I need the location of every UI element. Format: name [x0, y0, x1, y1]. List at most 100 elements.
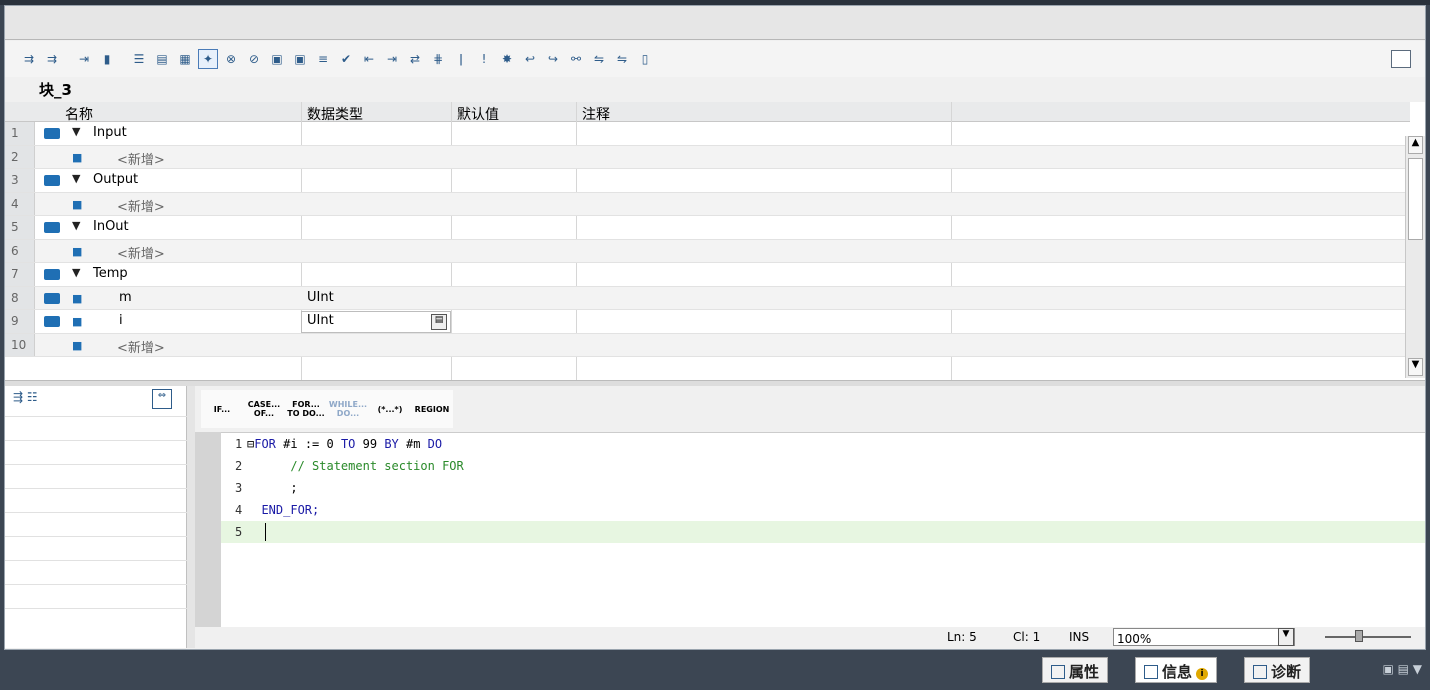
table-row[interactable]: 8 ■ m UInt — [5, 286, 1410, 310]
properties-icon — [1051, 665, 1065, 679]
cell-name[interactable]: <新增> — [117, 337, 165, 356]
code-line[interactable]: 4 END_FOR; — [221, 499, 1425, 521]
step-over-icon[interactable]: ↪ — [543, 49, 563, 69]
expand-icon[interactable]: ▼ — [72, 125, 80, 138]
code-line[interactable]: 1 ⊟FOR #i := 0 TO 99 BY #m DO — [221, 433, 1425, 455]
goto-icon[interactable]: ⇥ — [74, 49, 94, 69]
snippet-while[interactable]: WHILE... DO... — [327, 390, 369, 428]
cell-datatype[interactable]: UInt — [307, 290, 334, 305]
tab-properties[interactable]: 属性 — [1042, 657, 1109, 683]
tab-diagnostics[interactable]: 诊断 — [1244, 657, 1311, 683]
table-row[interactable]: 1 ▼ Input — [5, 122, 1410, 146]
snippet-for[interactable]: FOR... TO DO... — [285, 390, 327, 428]
bookmark-icon[interactable]: ▣ — [267, 49, 287, 69]
expand-icon[interactable]: ▼ — [72, 219, 80, 232]
breakpoint-icon[interactable]: ⊗ — [221, 49, 241, 69]
snippet-region[interactable]: REGION — [411, 390, 453, 428]
cell-name[interactable]: InOut — [93, 219, 129, 234]
cell-name[interactable]: <新增> — [117, 243, 165, 262]
cell-name[interactable]: Output — [93, 172, 138, 187]
bullet-icon: ■ — [72, 197, 83, 211]
chevron-down-icon[interactable]: ▼ — [1278, 628, 1294, 646]
cell-name[interactable]: <新增> — [117, 149, 165, 168]
line-number: 2 — [235, 459, 243, 473]
cell-name[interactable]: Input — [93, 125, 127, 140]
datatype-picker-icon[interactable]: ▤ — [431, 314, 447, 330]
row-number: 9 — [5, 310, 35, 333]
compile-icon[interactable]: ✔ — [336, 49, 356, 69]
indent-list-icon[interactable]: ☰ — [129, 49, 149, 69]
code-text[interactable]: END_FOR; — [247, 503, 319, 517]
bookmark-next-icon[interactable]: ▣ — [290, 49, 310, 69]
snippet-case[interactable]: CASE... OF... — [243, 390, 285, 428]
table-row[interactable]: 7 ▼ Temp — [5, 263, 1410, 287]
split-view-icon[interactable] — [1391, 50, 1411, 68]
breakpoint-remove-icon[interactable]: ⊘ — [244, 49, 264, 69]
scroll-down-icon[interactable]: ▼ — [1408, 358, 1423, 376]
code-line[interactable]: 5 — [221, 521, 1425, 543]
col-default-header[interactable]: 默认值 — [457, 104, 499, 124]
col-name-header[interactable]: 名称 — [65, 104, 93, 124]
code-text[interactable]: ; — [247, 481, 297, 495]
code-text[interactable] — [247, 525, 261, 539]
network-icon[interactable]: ⚯ — [566, 49, 586, 69]
list-icon[interactable]: ≡ — [313, 49, 333, 69]
col-type-header[interactable]: 数据类型 — [307, 104, 363, 124]
table-row[interactable]: 10 ■ <新增> — [5, 333, 1410, 357]
grid-expand-icon[interactable]: ▦ — [175, 49, 195, 69]
cell-name[interactable]: i — [119, 313, 123, 328]
collapse-icon[interactable]: ▮ — [97, 49, 117, 69]
pane-collapse-bar[interactable] — [187, 386, 195, 648]
table-scrollbar[interactable]: ▲ ▼ — [1405, 136, 1425, 378]
zoom-slider[interactable] — [1325, 630, 1411, 642]
table-row[interactable]: 6 ■ <新增> — [5, 239, 1410, 263]
code-text[interactable]: ⊟FOR #i := 0 TO 99 BY #m DO — [247, 437, 442, 451]
scroll-thumb[interactable] — [1408, 158, 1423, 240]
col-comment-header[interactable]: 注释 — [582, 104, 610, 124]
comment-icon[interactable]: ǀ — [451, 49, 471, 69]
line-number: 3 — [235, 481, 243, 495]
cell-name[interactable]: m — [119, 290, 132, 305]
compare-all-icon[interactable]: ⇋ — [612, 49, 632, 69]
panel-options-icon[interactable]: ▣ ▤ ▼ — [1382, 662, 1422, 676]
step-icon[interactable]: ↩ — [520, 49, 540, 69]
cell-datatype[interactable]: UInt — [307, 313, 334, 328]
database-icon[interactable]: ▯ — [635, 49, 655, 69]
code-area[interactable]: 1 ⊟FOR #i := 0 TO 99 BY #m DO 2 // Stateme… — [221, 432, 1425, 627]
cell-name[interactable]: <新增> — [117, 196, 165, 215]
sync-icon[interactable]: ⇔ — [152, 389, 172, 409]
format-icon[interactable]: ⋕ — [428, 49, 448, 69]
bullet-icon: ■ — [72, 315, 83, 328]
code-text[interactable]: // Statement section FOR — [247, 459, 463, 473]
interface-icon — [44, 292, 60, 304]
expand-icon[interactable]: ▼ — [72, 266, 80, 279]
code-line[interactable]: 2 // Statement section FOR — [221, 455, 1425, 477]
expand-icon[interactable]: ▼ — [72, 172, 80, 185]
indent-decrease-icon[interactable]: ⇤ — [359, 49, 379, 69]
insert-row-icon[interactable]: ⇉ — [19, 49, 39, 69]
add-row-icon[interactable]: ⇉ — [42, 49, 62, 69]
zoom-slider-handle[interactable] — [1355, 630, 1363, 642]
indent-increase-icon[interactable]: ⇥ — [382, 49, 402, 69]
snippet-comment[interactable]: (*...*) — [369, 390, 411, 428]
line-number: 5 — [235, 525, 243, 539]
tab-info[interactable]: 信息 i — [1135, 657, 1218, 683]
cell-name[interactable]: Temp — [93, 266, 128, 281]
outline-view-icons[interactable]: ⇶ ☷ — [13, 390, 38, 404]
code-line[interactable]: 3 ; — [221, 477, 1425, 499]
table-icon[interactable]: ▤ — [152, 49, 172, 69]
table-row[interactable]: 5 ▼ InOut — [5, 216, 1410, 240]
bullet-icon: ■ — [72, 338, 83, 352]
compare-icon[interactable]: ⇋ — [589, 49, 609, 69]
scroll-up-icon[interactable]: ▲ — [1408, 136, 1423, 154]
uncomment-icon[interactable]: ǃ — [474, 49, 494, 69]
zoom-select[interactable]: 100% ▼ — [1113, 628, 1295, 646]
table-row[interactable]: 2 ■ <新增> — [5, 145, 1410, 169]
snippet-if[interactable]: IF... — [201, 390, 243, 428]
highlight-icon[interactable]: ✦ — [198, 49, 218, 69]
table-row[interactable]: 4 ■ <新增> — [5, 192, 1410, 216]
monitor-icon[interactable]: ✸ — [497, 49, 517, 69]
indent-icon[interactable]: ⇄ — [405, 49, 425, 69]
table-row[interactable]: 9 ■ i ▤ UInt — [5, 310, 1410, 334]
table-row[interactable]: 3 ▼ Output — [5, 169, 1410, 193]
